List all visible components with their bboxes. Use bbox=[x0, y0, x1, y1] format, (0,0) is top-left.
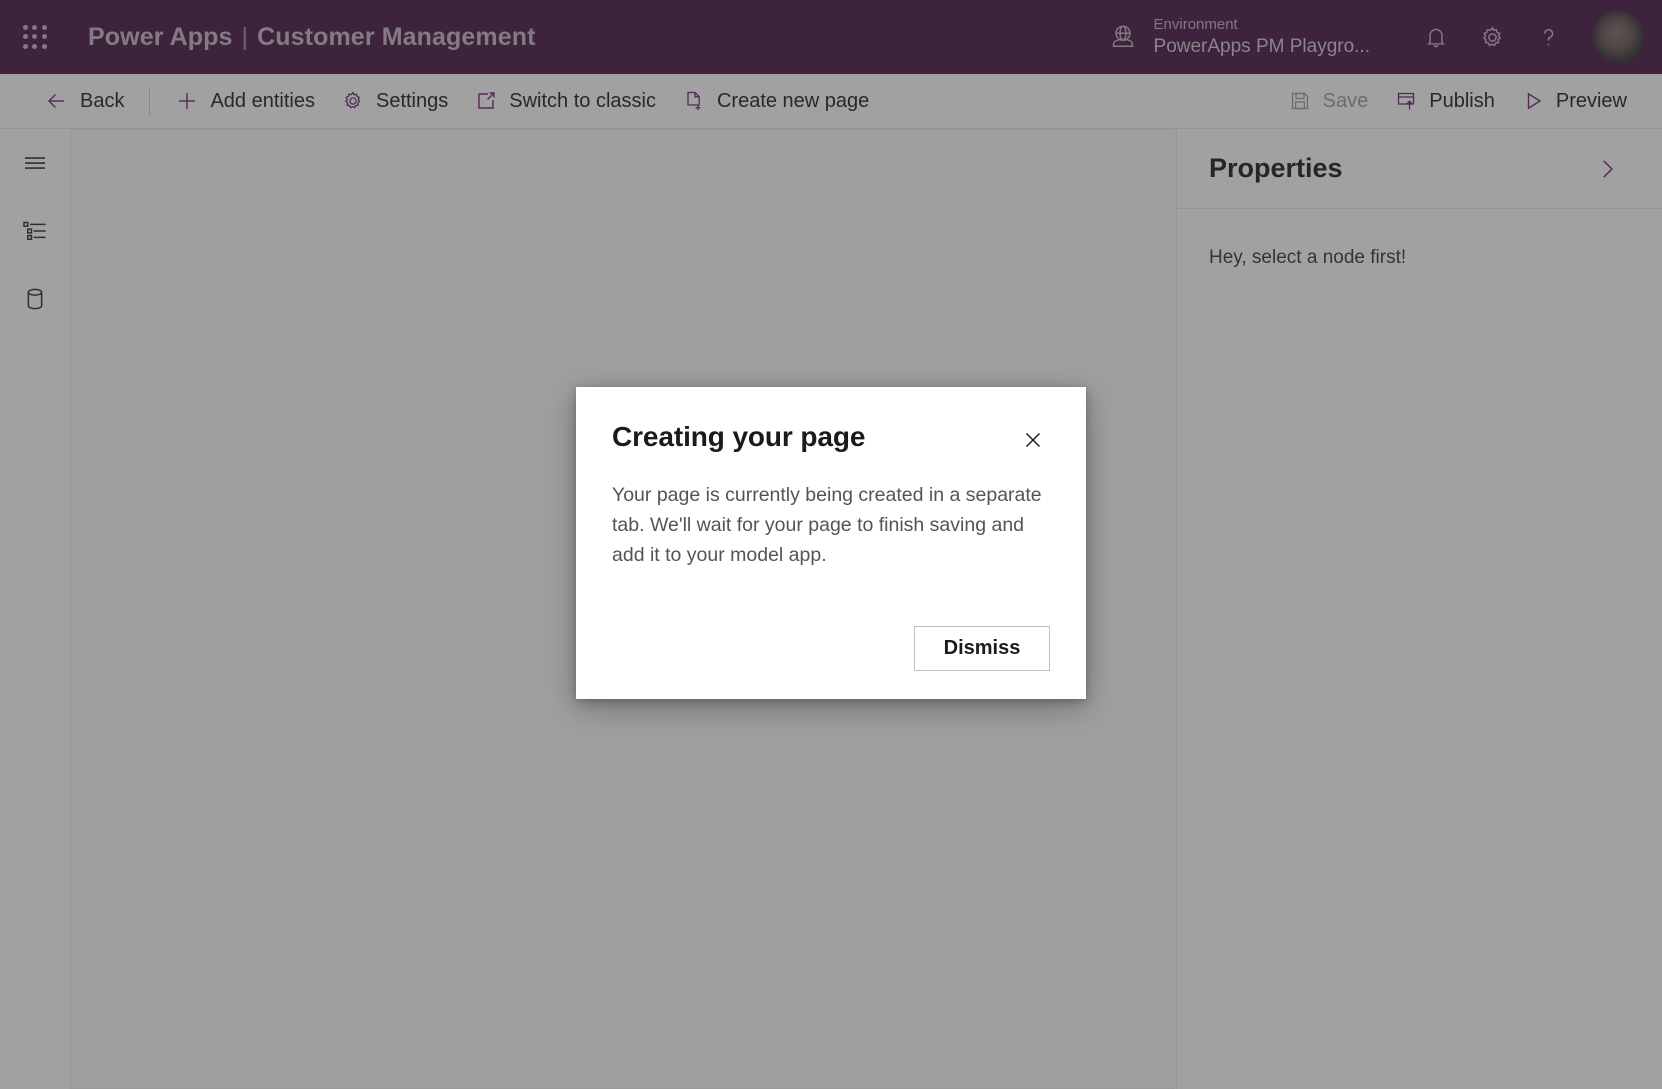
app-root: Power Apps | Customer Management Environme… bbox=[0, 0, 1662, 1089]
creating-page-dialog: Creating your page Your page is currentl… bbox=[576, 387, 1086, 699]
dialog-title: Creating your page bbox=[612, 421, 866, 452]
dialog-actions: Dismiss bbox=[612, 626, 1050, 671]
dialog-message: Your page is currently being created in … bbox=[612, 484, 1042, 566]
close-x-icon[interactable] bbox=[1016, 423, 1050, 457]
dialog-header: Creating your page bbox=[612, 421, 1050, 457]
dismiss-button[interactable]: Dismiss bbox=[914, 626, 1050, 671]
